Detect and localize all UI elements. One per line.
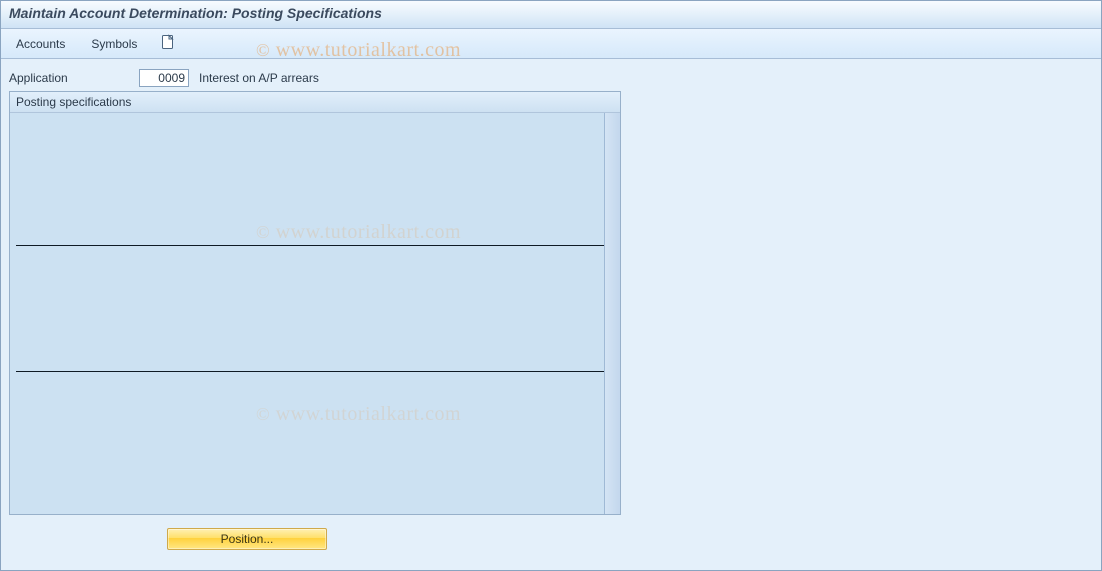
horizontal-divider	[16, 371, 614, 372]
content-area: Application Interest on A/P arrears Post…	[1, 59, 1101, 570]
position-button[interactable]: Position...	[167, 528, 327, 550]
horizontal-divider	[16, 245, 614, 246]
create-button[interactable]	[156, 31, 180, 56]
create-document-icon	[161, 34, 175, 53]
group-title: Posting specifications	[10, 92, 620, 113]
posting-specifications-group: Posting specifications	[9, 91, 621, 515]
title-bar: Maintain Account Determination: Posting …	[1, 1, 1101, 29]
application-field-row: Application Interest on A/P arrears	[9, 69, 1093, 87]
accounts-button[interactable]: Accounts	[9, 34, 72, 54]
application-description: Interest on A/P arrears	[199, 71, 319, 85]
application-label: Application	[9, 71, 129, 85]
vertical-scrollbar[interactable]	[604, 113, 620, 514]
application-input[interactable]	[139, 69, 189, 87]
page-title: Maintain Account Determination: Posting …	[9, 5, 1093, 21]
application-toolbar: Accounts Symbols	[1, 29, 1101, 59]
group-body	[10, 113, 620, 514]
symbols-button[interactable]: Symbols	[84, 34, 144, 54]
